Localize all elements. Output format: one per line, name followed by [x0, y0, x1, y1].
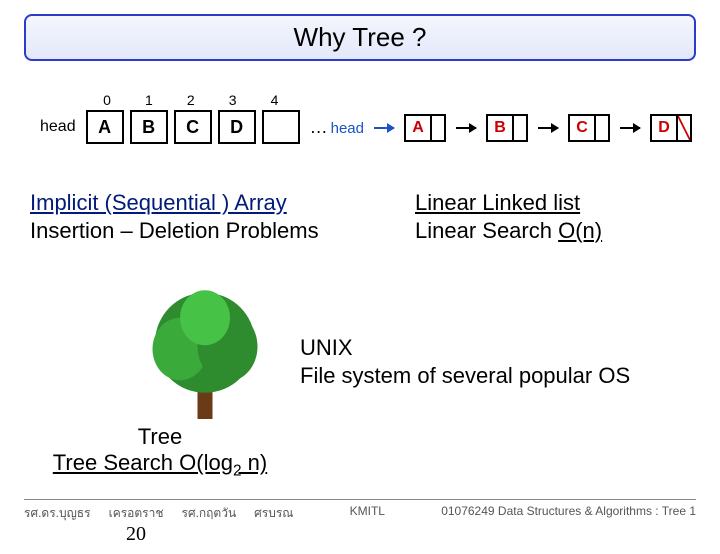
arrow-icon — [374, 127, 394, 129]
linked-head-label: head — [331, 120, 364, 137]
array-indices: 0 1 2 3 4 — [88, 92, 340, 108]
list-node: D — [650, 114, 692, 142]
unix-caption: UNIX File system of several popular OS — [300, 334, 630, 389]
list-node: A — [404, 114, 446, 142]
array-cell: B — [130, 110, 168, 144]
divider — [24, 499, 696, 500]
array-head-label: head — [40, 118, 76, 136]
arrow-icon — [620, 127, 640, 129]
linked-list-illustration: head A B C D — [331, 114, 692, 142]
slide-title: Why Tree ? — [24, 14, 696, 61]
institution: KMITL — [350, 504, 385, 518]
arrow-icon — [456, 127, 476, 129]
author-1: รศ.ดร.บุญธร — [24, 504, 91, 523]
author-2b: ศรบรณ — [254, 504, 293, 523]
array-cell: A — [86, 110, 124, 144]
list-node: C — [568, 114, 610, 142]
author-2: รศ.กฤตวัน — [182, 504, 237, 523]
array-caption: Implicit (Sequential ) Array Insertion –… — [30, 189, 319, 244]
ellipsis-icon: … — [310, 117, 331, 138]
page-number: 20 — [126, 523, 146, 546]
tree-icon — [140, 274, 270, 424]
course-label: 01076249 Data Structures & Algorithms : … — [441, 504, 696, 518]
array-illustration: 0 1 2 3 4 head A B C D … — [40, 92, 340, 144]
list-node: B — [486, 114, 528, 142]
null-pointer-icon — [678, 114, 692, 142]
array-cell: C — [174, 110, 212, 144]
linked-list-caption: Linear Linked list Linear Search O(n) — [415, 189, 602, 244]
array-cell: D — [218, 110, 256, 144]
tree-caption: Tree Tree Search O(log2 n) — [30, 424, 290, 481]
array-cell-empty — [262, 110, 300, 144]
arrow-icon — [538, 127, 558, 129]
